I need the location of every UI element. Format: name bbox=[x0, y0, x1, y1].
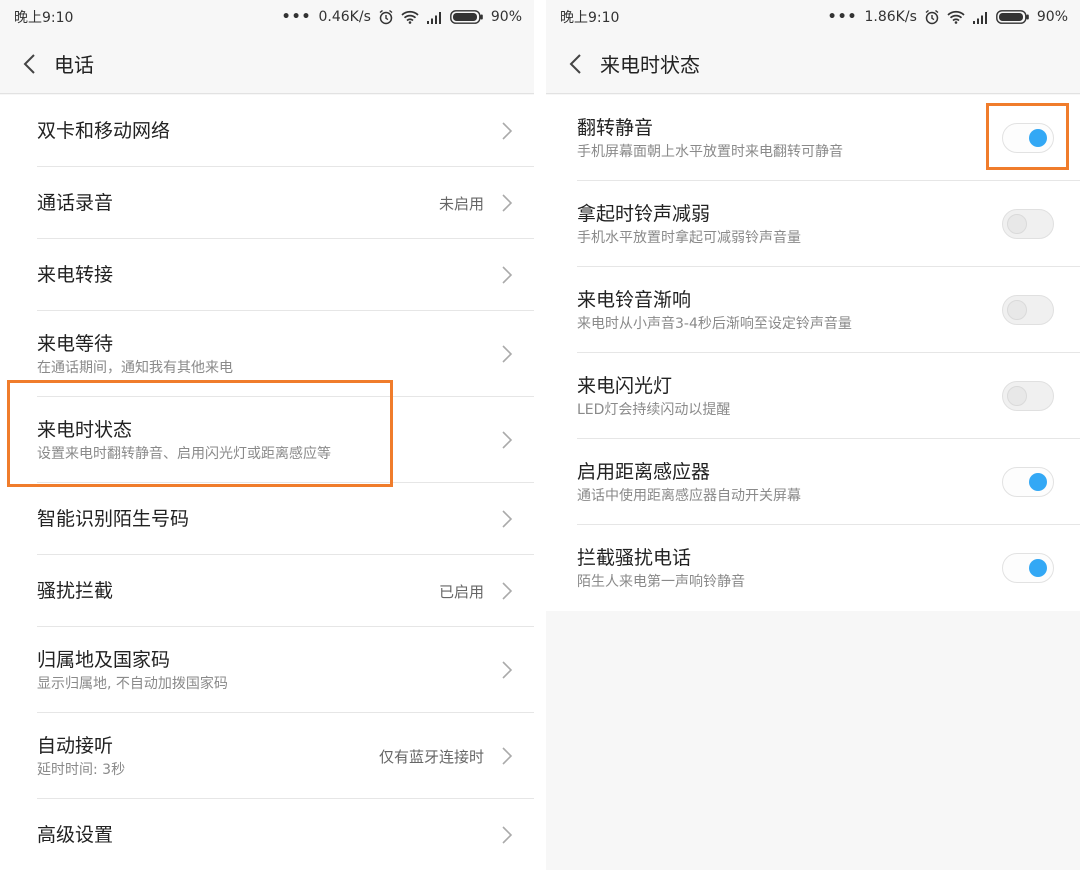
item-label: 智能识别陌生号码 bbox=[37, 508, 190, 530]
toggle-knob bbox=[1029, 129, 1047, 147]
item-label: 来电闪光灯 bbox=[577, 374, 673, 397]
item-label: 翻转静音 bbox=[577, 116, 654, 139]
item-value: 已启用 bbox=[438, 582, 484, 601]
chevron-right-icon bbox=[500, 825, 514, 845]
flip-to-mute-toggle[interactable] bbox=[1002, 123, 1054, 153]
signal-icon bbox=[426, 11, 443, 24]
item-subtitle: 通话中使用距离感应器自动开关屏幕 bbox=[577, 487, 801, 504]
battery-percent: 90% bbox=[490, 9, 522, 25]
toggle-item-pickup-lower-ringtone: 拿起时铃声减弱 手机水平放置时拿起可减弱铃声音量 bbox=[546, 181, 1080, 267]
chevron-right-icon bbox=[500, 509, 514, 529]
item-label: 高级设置 bbox=[37, 824, 114, 846]
status-bar: 晚上9:10 ••• 1.86K/s 90% bbox=[546, 0, 1080, 34]
page-header: 来电时状态 bbox=[546, 34, 1080, 94]
list-item-call-recording[interactable]: 通话录音 未启用 bbox=[0, 167, 534, 239]
toggle-knob bbox=[1029, 473, 1047, 491]
proximity-sensor-toggle[interactable] bbox=[1002, 467, 1054, 497]
item-label: 双卡和移动网络 bbox=[37, 120, 171, 142]
list-item-call-forwarding[interactable]: 来电转接 bbox=[0, 239, 534, 311]
block-spam-calls-toggle[interactable] bbox=[1002, 553, 1054, 583]
item-subtitle: 手机屏幕面朝上水平放置时来电翻转可静音 bbox=[577, 143, 843, 160]
item-label: 来电等待 bbox=[37, 332, 114, 355]
screen-divider bbox=[534, 0, 546, 870]
item-subtitle: 设置来电时翻转静音、启用闪光灯或距离感应等 bbox=[37, 445, 331, 462]
item-subtitle: 陌生人来电第一声响铃静音 bbox=[577, 573, 745, 590]
item-label: 拿起时铃声减弱 bbox=[577, 202, 711, 225]
chevron-right-icon bbox=[500, 581, 514, 601]
wifi-icon bbox=[401, 10, 419, 24]
more-dots-icon: ••• bbox=[281, 9, 312, 25]
item-label: 自动接听 bbox=[37, 734, 114, 757]
item-value: 仅有蓝牙连接时 bbox=[378, 747, 484, 766]
toggle-knob bbox=[1007, 214, 1027, 234]
battery-percent: 90% bbox=[1036, 9, 1068, 25]
page-title: 来电时状态 bbox=[600, 53, 700, 77]
network-speed: 1.86K/s bbox=[864, 9, 917, 25]
toggle-knob bbox=[1007, 386, 1027, 406]
toggle-item-proximity-sensor: 启用距离感应器 通话中使用距离感应器自动开关屏幕 bbox=[546, 439, 1080, 525]
item-value: 未启用 bbox=[438, 194, 484, 213]
toggle-item-flash-alert: 来电闪光灯 LED灯会持续闪动以提醒 bbox=[546, 353, 1080, 439]
item-label: 来电时状态 bbox=[37, 418, 133, 441]
item-label: 通话录音 bbox=[37, 192, 114, 214]
back-arrow-icon[interactable] bbox=[564, 53, 586, 75]
list-item-auto-answer[interactable]: 自动接听 延时时间: 3秒 仅有蓝牙连接时 bbox=[0, 713, 534, 799]
list-item-smart-caller-id[interactable]: 智能识别陌生号码 bbox=[0, 483, 534, 555]
ringtone-fade-in-toggle[interactable] bbox=[1002, 295, 1054, 325]
toggle-knob bbox=[1029, 559, 1047, 577]
page-header: 电话 bbox=[0, 34, 534, 94]
item-subtitle: 手机水平放置时拿起可减弱铃声音量 bbox=[577, 229, 801, 246]
chevron-right-icon bbox=[500, 746, 514, 766]
page-title: 电话 bbox=[54, 53, 94, 77]
item-label: 骚扰拦截 bbox=[37, 580, 114, 602]
status-time: 晚上9:10 bbox=[14, 10, 74, 26]
list-item-call-waiting[interactable]: 来电等待 在通话期间，通知我有其他来电 bbox=[0, 311, 534, 397]
chevron-right-icon bbox=[500, 121, 514, 141]
item-label: 来电铃音渐响 bbox=[577, 288, 692, 311]
item-label: 拦截骚扰电话 bbox=[577, 546, 692, 569]
item-subtitle: LED灯会持续闪动以提醒 bbox=[577, 401, 731, 418]
toggle-item-flip-to-mute: 翻转静音 手机屏幕面朝上水平放置时来电翻转可静音 bbox=[546, 95, 1080, 181]
more-dots-icon: ••• bbox=[827, 9, 858, 25]
item-subtitle: 延时时间: 3秒 bbox=[37, 761, 126, 778]
item-subtitle: 在通话期间，通知我有其他来电 bbox=[37, 359, 233, 376]
network-speed: 0.46K/s bbox=[318, 9, 371, 25]
list-item-advanced-settings[interactable]: 高级设置 bbox=[0, 799, 534, 870]
status-bar: 晚上9:10 ••• 0.46K/s 90% bbox=[0, 0, 534, 34]
toggle-list: 翻转静音 手机屏幕面朝上水平放置时来电翻转可静音 拿起时铃声减弱 手机水平放置时… bbox=[546, 95, 1080, 611]
chevron-right-icon bbox=[500, 265, 514, 285]
item-subtitle: 显示归属地, 不自动加拨国家码 bbox=[37, 675, 228, 692]
incoming-call-status-screen: 晚上9:10 ••• 1.86K/s 90% 来电时状态 翻转静音 手机屏幕面朝… bbox=[546, 0, 1080, 870]
flash-alert-toggle[interactable] bbox=[1002, 381, 1054, 411]
battery-icon bbox=[449, 10, 484, 24]
item-subtitle: 来电时从小声音3-4秒后渐响至设定铃声音量 bbox=[577, 315, 852, 332]
back-arrow-icon[interactable] bbox=[18, 53, 40, 75]
chevron-right-icon bbox=[500, 344, 514, 364]
toggle-knob bbox=[1007, 300, 1027, 320]
settings-list: 双卡和移动网络 通话录音 未启用 来电转接 来电等待 在通话期间，通知我有其他来… bbox=[0, 95, 534, 870]
toggle-item-ringtone-fade-in: 来电铃音渐响 来电时从小声音3-4秒后渐响至设定铃声音量 bbox=[546, 267, 1080, 353]
chevron-right-icon bbox=[500, 660, 514, 680]
toggle-item-block-spam-calls: 拦截骚扰电话 陌生人来电第一声响铃静音 bbox=[546, 525, 1080, 611]
list-item-spam-blocking[interactable]: 骚扰拦截 已启用 bbox=[0, 555, 534, 627]
item-label: 归属地及国家码 bbox=[37, 648, 171, 671]
item-label: 启用距离感应器 bbox=[577, 460, 711, 483]
status-time: 晚上9:10 bbox=[560, 10, 620, 26]
list-item-location-country-code[interactable]: 归属地及国家码 显示归属地, 不自动加拨国家码 bbox=[0, 627, 534, 713]
wifi-icon bbox=[947, 10, 965, 24]
chevron-right-icon bbox=[500, 430, 514, 450]
chevron-right-icon bbox=[500, 193, 514, 213]
phone-settings-screen: 晚上9:10 ••• 0.46K/s 90% 电话 双卡和移动网络 通话录音 未… bbox=[0, 0, 534, 870]
alarm-icon bbox=[378, 9, 394, 25]
list-item-dual-sim[interactable]: 双卡和移动网络 bbox=[0, 95, 534, 167]
item-label: 来电转接 bbox=[37, 264, 114, 286]
battery-icon bbox=[995, 10, 1030, 24]
list-item-incoming-call-status[interactable]: 来电时状态 设置来电时翻转静音、启用闪光灯或距离感应等 bbox=[0, 397, 534, 483]
signal-icon bbox=[972, 11, 989, 24]
alarm-icon bbox=[924, 9, 940, 25]
pickup-lower-ringtone-toggle[interactable] bbox=[1002, 209, 1054, 239]
